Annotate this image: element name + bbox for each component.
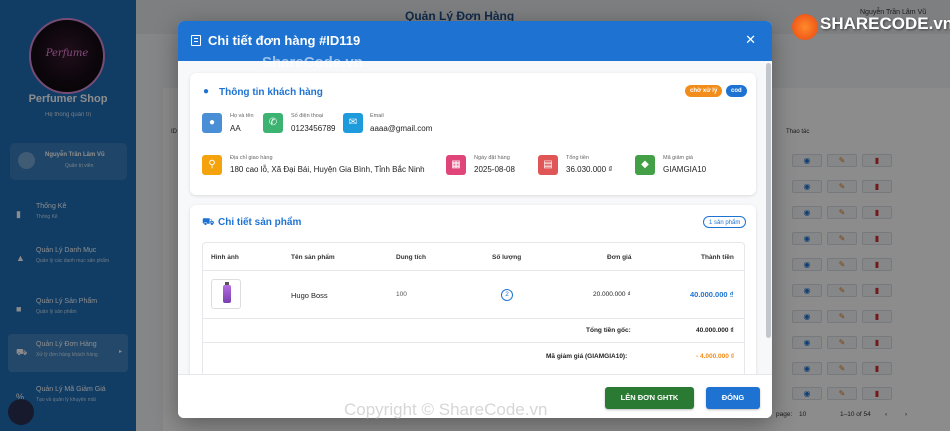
watermark-top: ShareCode.vn: [262, 54, 363, 71]
col-image: Hình ảnh: [211, 254, 239, 261]
receipt-icon: [191, 35, 201, 46]
name-label: Họ và tên: [230, 113, 254, 119]
product-name: Hugo Boss: [291, 291, 328, 300]
status-badge: chờ xử lý: [685, 85, 723, 97]
email-label: Email: [370, 113, 384, 119]
coupon-label: Mã giảm giá: [663, 155, 693, 161]
order-detail-modal: Chi tiết đơn hàng #ID119 ✕ ● Thông tin k…: [178, 21, 772, 418]
table-header-row: Hình ảnh Tên sản phẩm Dung tích Số lượng…: [203, 243, 744, 271]
original-total: 40.000.000 ₫: [696, 327, 734, 334]
receipt-icon: ▤: [538, 155, 558, 175]
discount-row: Mã giảm giá (GIAMGIA10): - 4.000.000 ₫: [203, 343, 744, 367]
original-total-row: Tổng tiền gốc: 40.000.000 ₫: [203, 319, 744, 343]
calendar-icon: ▦: [446, 155, 466, 175]
watermark-bottom: Copyright © ShareCode.vn: [344, 400, 548, 419]
create-ghtk-order-button[interactable]: LÊN ĐƠN GHTK: [605, 387, 694, 409]
product-volume: 100: [396, 291, 407, 298]
modal-scrollbar[interactable]: [766, 63, 771, 338]
sharecode-brand: SHARECODE.vn: [820, 14, 950, 33]
close-icon[interactable]: ✕: [745, 32, 756, 48]
person-icon: ●: [202, 113, 222, 133]
phone-icon: ✆: [263, 113, 283, 133]
address-label: Địa chỉ giao hàng: [230, 155, 273, 161]
tag-icon: ◆: [635, 155, 655, 175]
person-icon: ●: [203, 86, 210, 97]
table-row: Hugo Boss 100 2 20.000.000 ₫ 40.000.000 …: [203, 271, 744, 319]
col-quantity: Số lượng: [492, 254, 522, 261]
payment-badge: cod: [726, 85, 747, 97]
customer-email: aaaa@gmail.com: [370, 124, 433, 133]
original-total-label: Tổng tiền gốc:: [586, 327, 631, 334]
discount-amount: - 4.000.000 ₫: [696, 353, 735, 360]
order-date: 2025-08-08: [474, 165, 515, 174]
discount-label: Mã giảm giá (GIAMGIA10):: [546, 353, 628, 360]
customer-info-card: ● Thông tin khách hàng chờ xử lý cod ● H…: [190, 73, 756, 195]
customer-address: 180 cao lỗ, Xã Đại Bái, Huyện Gia Bình, …: [230, 165, 425, 174]
customer-info-title: Thông tin khách hàng: [219, 87, 323, 98]
product-detail-card: ⛟ Chi tiết sản phẩm 1 sản phẩm Hình ảnh …: [190, 205, 756, 385]
phone-label: Số điện thoại: [291, 113, 324, 119]
customer-phone: 0123456789: [291, 124, 336, 133]
customer-name: AA: [230, 124, 241, 133]
product-price: 20.000.000 ₫: [593, 291, 631, 298]
product-quantity: 2: [501, 289, 513, 301]
product-thumbnail: [211, 279, 241, 309]
location-icon: ⚲: [202, 155, 222, 175]
col-price: Đơn giá: [607, 254, 632, 261]
product-detail-title: Chi tiết sản phẩm: [218, 217, 302, 228]
product-subtotal: 40.000.000 ₫: [690, 290, 734, 299]
coupon-code: GIAMGIA10: [663, 165, 707, 174]
product-count-badge: 1 sản phẩm: [703, 216, 747, 228]
order-total: 36.030.000 ₫: [566, 165, 613, 174]
total-label: Tổng tiền: [566, 155, 589, 161]
col-volume: Dung tích: [396, 254, 426, 261]
email-icon: ✉: [343, 113, 363, 133]
cart-icon: ⛟: [202, 217, 215, 228]
close-button[interactable]: ĐÓNG: [706, 387, 760, 409]
modal-title: Chi tiết đơn hàng #ID119: [208, 33, 361, 48]
sharecode-logo-icon: [792, 14, 818, 40]
col-subtotal: Thành tiền: [701, 254, 734, 261]
perfume-bottle-icon: [223, 282, 231, 303]
product-table: Hình ảnh Tên sản phẩm Dung tích Số lượng…: [202, 242, 745, 385]
col-name: Tên sản phẩm: [291, 254, 335, 261]
order-date-label: Ngày đặt hàng: [474, 155, 510, 161]
